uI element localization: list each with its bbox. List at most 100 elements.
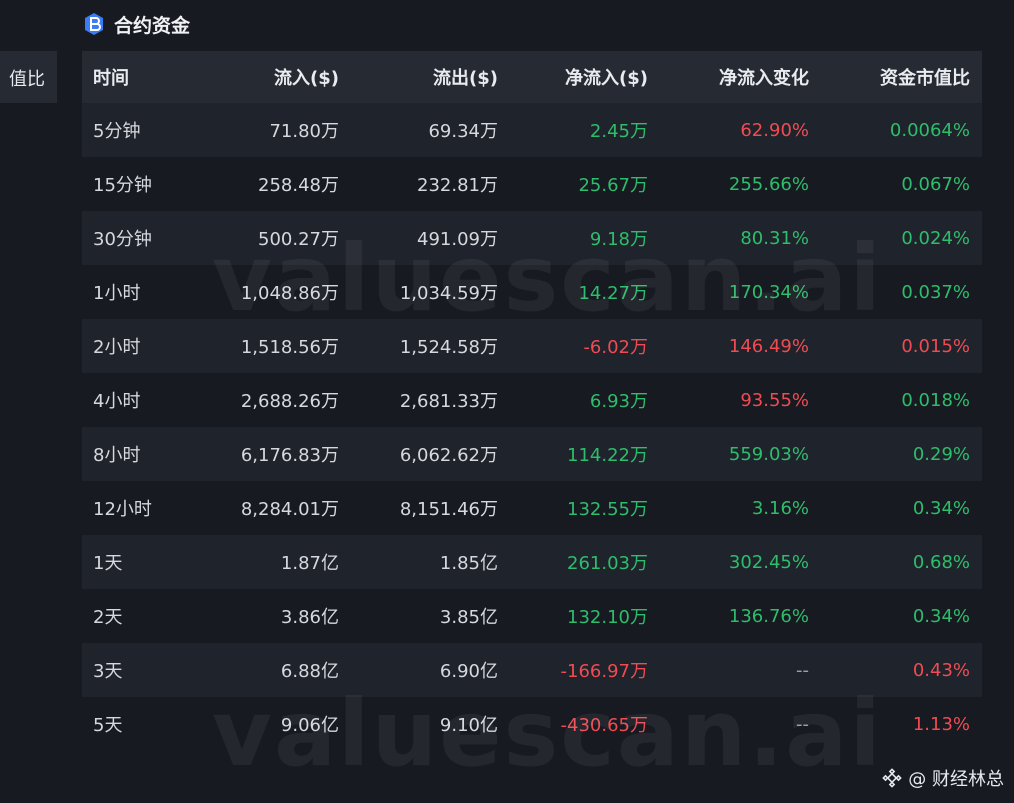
net-inflow-cell: -166.97万 (560, 661, 648, 682)
left-panel-header: 值比 (0, 51, 57, 103)
outflow-cell: 6.90亿 (439, 661, 498, 682)
inflow-cell: 71.80万 (269, 121, 339, 142)
market-cap-ratio-cell: 0.037% (901, 281, 970, 303)
market-cap-ratio-cell: 0.018% (901, 389, 970, 411)
net-inflow-cell: 132.55万 (567, 499, 648, 520)
time-cell: 30分钟 (93, 229, 152, 250)
outflow-cell: 1,034.59万 (399, 283, 498, 304)
outflow-cell: 3.85亿 (439, 607, 498, 628)
outflow-cell: 491.09万 (417, 229, 498, 250)
net-inflow-cell: 2.45万 (589, 121, 648, 142)
market-cap-ratio-cell: 0.015% (901, 335, 970, 357)
outflow-cell: 1.85亿 (439, 553, 498, 574)
table-row[interactable]: 2小时 1,518.56万 1,524.58万 -6.02万 146.49% 0.015% (82, 319, 982, 373)
outflow-cell: 1,524.58万 (399, 337, 498, 358)
outflow-cell: 2,681.33万 (399, 391, 498, 412)
inflow-cell: 1,518.56万 (240, 337, 339, 358)
time-cell: 5天 (93, 715, 123, 736)
table-header-row: 时间 流入($) 流出($) 净流入($) 净流入变化 资金市值比 (82, 51, 982, 103)
time-cell: 8小时 (93, 445, 141, 466)
time-cell: 12小时 (93, 499, 152, 520)
fund-flow-table: 时间 流入($) 流出($) 净流入($) 净流入变化 资金市值比 5分钟 71.… (82, 51, 982, 751)
market-cap-ratio-cell: 0.68% (912, 551, 970, 573)
net-inflow-cell: 9.18万 (589, 229, 648, 250)
table-row[interactable]: 15分钟 258.48万 232.81万 25.67万 255.66% 0.067% (82, 157, 982, 211)
table-row[interactable]: 1小时 1,048.86万 1,034.59万 14.27万 170.34% 0.037% (82, 265, 982, 319)
section-title: 合约资金 (114, 14, 191, 37)
inflow-cell: 8,284.01万 (240, 499, 339, 520)
net-change-cell: -- (796, 659, 809, 681)
market-cap-ratio-cell: 0.29% (912, 443, 970, 465)
market-cap-ratio-cell: 0.067% (901, 173, 970, 195)
time-cell: 4小时 (93, 391, 141, 412)
inflow-cell: 2,688.26万 (240, 391, 339, 412)
table-row[interactable]: 4小时 2,688.26万 2,681.33万 6.93万 93.55% 0.018% (82, 373, 982, 427)
outflow-cell: 9.10亿 (439, 715, 498, 736)
net-inflow-cell: 25.67万 (578, 175, 648, 196)
outflow-cell: 69.34万 (428, 121, 498, 142)
table-row[interactable]: 2天 3.86亿 3.85亿 132.10万 136.76% 0.34% (82, 589, 982, 643)
outflow-cell: 232.81万 (417, 175, 498, 196)
net-change-cell: 170.34% (728, 281, 809, 303)
footer-text: @ 财经林总 (908, 769, 1004, 790)
net-change-cell: -- (796, 713, 809, 735)
outflow-cell: 6,062.62万 (399, 445, 498, 466)
market-cap-ratio-cell: 0.34% (912, 497, 970, 519)
net-change-cell: 80.31% (740, 227, 809, 249)
market-cap-ratio-cell: 0.43% (912, 659, 970, 681)
net-inflow-cell: 114.22万 (567, 445, 648, 466)
column-header-inflow[interactable]: 流入($) (274, 64, 339, 90)
net-change-cell: 136.76% (728, 605, 809, 627)
net-inflow-cell: 14.27万 (578, 283, 648, 304)
time-cell: 15分钟 (93, 175, 152, 196)
time-cell: 3天 (93, 661, 123, 682)
column-header-net-inflow[interactable]: 净流入($) (565, 64, 648, 90)
net-inflow-cell: 132.10万 (567, 607, 648, 628)
market-cap-ratio-cell: 0.34% (912, 605, 970, 627)
left-panel-label: 值比 (9, 69, 45, 90)
market-cap-ratio-cell: 0.0064% (889, 119, 970, 141)
net-change-cell: 62.90% (740, 119, 809, 141)
column-header-outflow[interactable]: 流出($) (433, 64, 498, 90)
table-row[interactable]: 12小时 8,284.01万 8,151.46万 132.55万 3.16% 0.34% (82, 481, 982, 535)
net-change-cell: 3.16% (751, 497, 809, 519)
inflow-cell: 1,048.86万 (240, 283, 339, 304)
net-inflow-cell: 6.93万 (589, 391, 648, 412)
column-header-net-change[interactable]: 净流入变化 (719, 64, 809, 90)
inflow-cell: 9.06亿 (280, 715, 339, 736)
table-row[interactable]: 8小时 6,176.83万 6,062.62万 114.22万 559.03% 0.29% (82, 427, 982, 481)
inflow-cell: 500.27万 (258, 229, 339, 250)
table-row[interactable]: 30分钟 500.27万 491.09万 9.18万 80.31% 0.024% (82, 211, 982, 265)
net-change-cell: 302.45% (728, 551, 809, 573)
time-cell: 5分钟 (93, 121, 141, 142)
binance-logo-icon (882, 768, 903, 788)
net-inflow-cell: -430.65万 (560, 715, 648, 736)
outflow-cell: 8,151.46万 (399, 499, 498, 520)
table-row[interactable]: 1天 1.87亿 1.85亿 261.03万 302.45% 0.68% (82, 535, 982, 589)
inflow-cell: 1.87亿 (280, 553, 339, 574)
market-cap-ratio-cell: 1.13% (912, 713, 970, 735)
time-cell: 1小时 (93, 283, 141, 304)
table-row[interactable]: 5天 9.06亿 9.10亿 -430.65万 -- 1.13% (82, 697, 982, 751)
time-cell: 2天 (93, 607, 123, 628)
table-row[interactable]: 5分钟 71.80万 69.34万 2.45万 62.90% 0.0064% (82, 103, 982, 157)
footer-attribution: @ 财经林总 (882, 765, 1004, 791)
time-cell: 2小时 (93, 337, 141, 358)
column-header-time[interactable]: 时间 (93, 64, 129, 90)
section-header: 合约资金 (84, 9, 190, 39)
net-inflow-cell: 261.03万 (567, 553, 648, 574)
inflow-cell: 258.48万 (258, 175, 339, 196)
market-cap-ratio-cell: 0.024% (901, 227, 970, 249)
net-change-cell: 255.66% (728, 173, 809, 195)
net-change-cell: 559.03% (728, 443, 809, 465)
inflow-cell: 6,176.83万 (240, 445, 339, 466)
net-inflow-cell: -6.02万 (583, 337, 648, 358)
net-change-cell: 93.55% (740, 389, 809, 411)
net-change-cell: 146.49% (728, 335, 809, 357)
inflow-cell: 3.86亿 (280, 607, 339, 628)
b-coin-icon (85, 13, 103, 35)
column-header-market-cap-ratio[interactable]: 资金市值比 (880, 64, 970, 90)
inflow-cell: 6.88亿 (280, 661, 339, 682)
table-row[interactable]: 3天 6.88亿 6.90亿 -166.97万 -- 0.43% (82, 643, 982, 697)
time-cell: 1天 (93, 553, 123, 574)
